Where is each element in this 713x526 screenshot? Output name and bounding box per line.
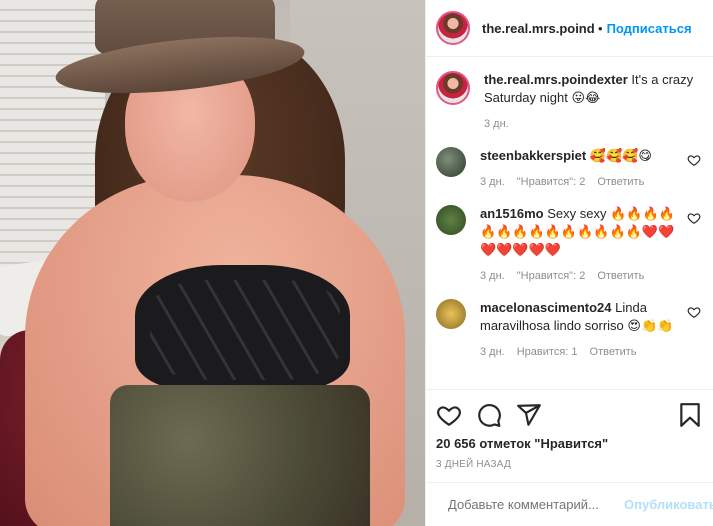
commenter-avatar[interactable] (436, 205, 466, 235)
reply-button[interactable]: Ответить (590, 343, 637, 361)
caption-meta: 3 дн. (484, 115, 694, 133)
comments-list: the.real.mrs.poindexter It's a crazy Sat… (426, 57, 713, 389)
comment-like-heart-icon[interactable] (687, 153, 701, 167)
comment-likes[interactable]: "Нравится": 2 (517, 267, 586, 285)
comment-meta: 3 дн. "Нравится": 2 Ответить (480, 173, 690, 191)
comment-item: steenbakkerspiet 🥰🥰🥰😋 3 дн. "Нравится": … (436, 147, 703, 191)
commenter-username[interactable]: an1516mo (480, 206, 544, 221)
comment-likes[interactable]: "Нравится": 2 (517, 173, 586, 191)
comment-text: 🥰🥰🥰😋 (589, 148, 652, 163)
comment-icon[interactable] (476, 402, 502, 428)
comment-body: steenbakkerspiet 🥰🥰🥰😋 3 дн. "Нравится": … (480, 147, 690, 191)
comment-meta: 3 дн. Нравится: 1 Ответить (480, 343, 690, 361)
comment-item: an1516mo Sexy sexy 🔥🔥🔥🔥🔥🔥🔥🔥🔥🔥🔥🔥🔥🔥❤️❤️❤️❤… (436, 205, 703, 285)
caption-avatar[interactable] (436, 71, 470, 105)
comment-time[interactable]: 3 дн. (480, 267, 505, 285)
add-comment-bar: Опубликовать (426, 482, 713, 526)
post-container: the.real.mrs.poindexter • Подписаться th… (0, 0, 713, 526)
bookmark-icon[interactable] (677, 402, 703, 428)
commenter-username[interactable]: macelonascimento24 (480, 300, 612, 315)
follow-button[interactable]: Подписаться (607, 21, 692, 36)
post-photo[interactable] (0, 0, 425, 526)
reply-button[interactable]: Ответить (597, 173, 644, 191)
caption-body: the.real.mrs.poindexter It's a crazy Sat… (484, 71, 694, 133)
action-icons (436, 396, 703, 434)
caption-time[interactable]: 3 дн. (484, 115, 509, 133)
comment-body: macelonascimento24 Linda maravilhosa lin… (480, 299, 690, 361)
post-comment-button[interactable]: Опубликовать (624, 497, 713, 512)
cowboy-hat (53, 0, 307, 110)
camo-pants (110, 385, 370, 526)
comment-like-heart-icon[interactable] (687, 305, 701, 319)
author-avatar[interactable] (436, 11, 470, 45)
reply-button[interactable]: Ответить (597, 267, 644, 285)
separator-dot: • (598, 20, 603, 36)
comment-body: an1516mo Sexy sexy 🔥🔥🔥🔥🔥🔥🔥🔥🔥🔥🔥🔥🔥🔥❤️❤️❤️❤… (480, 205, 690, 285)
likes-count[interactable]: 20 656 отметок "Нравится" (436, 436, 703, 451)
paper-plane-icon[interactable] (516, 402, 542, 428)
lace-pattern (150, 280, 340, 380)
comment-item: macelonascimento24 Linda maravilhosa lin… (436, 299, 703, 361)
author-username[interactable]: the.real.mrs.poindexter (482, 21, 594, 36)
commenter-username[interactable]: steenbakkerspiet (480, 148, 586, 163)
caption-username[interactable]: the.real.mrs.poindexter (484, 72, 628, 87)
heart-icon[interactable] (436, 402, 462, 428)
post-header: the.real.mrs.poindexter • Подписаться (426, 0, 713, 57)
post-date[interactable]: 3 ДНЕЙ НАЗАД (436, 459, 703, 470)
post-side-panel: the.real.mrs.poindexter • Подписаться th… (425, 0, 713, 526)
commenter-avatar[interactable] (436, 147, 466, 177)
comment-time[interactable]: 3 дн. (480, 173, 505, 191)
comment-time[interactable]: 3 дн. (480, 343, 505, 361)
comment-likes[interactable]: Нравится: 1 (517, 343, 578, 361)
commenter-avatar[interactable] (436, 299, 466, 329)
comment-input[interactable] (448, 497, 624, 512)
post-actions: 20 656 отметок "Нравится" 3 ДНЕЙ НАЗАД (426, 389, 713, 470)
caption: the.real.mrs.poindexter It's a crazy Sat… (436, 71, 703, 133)
comment-like-heart-icon[interactable] (687, 211, 701, 225)
header-text: the.real.mrs.poindexter • Подписаться (482, 21, 692, 36)
comment-meta: 3 дн. "Нравится": 2 Ответить (480, 267, 690, 285)
